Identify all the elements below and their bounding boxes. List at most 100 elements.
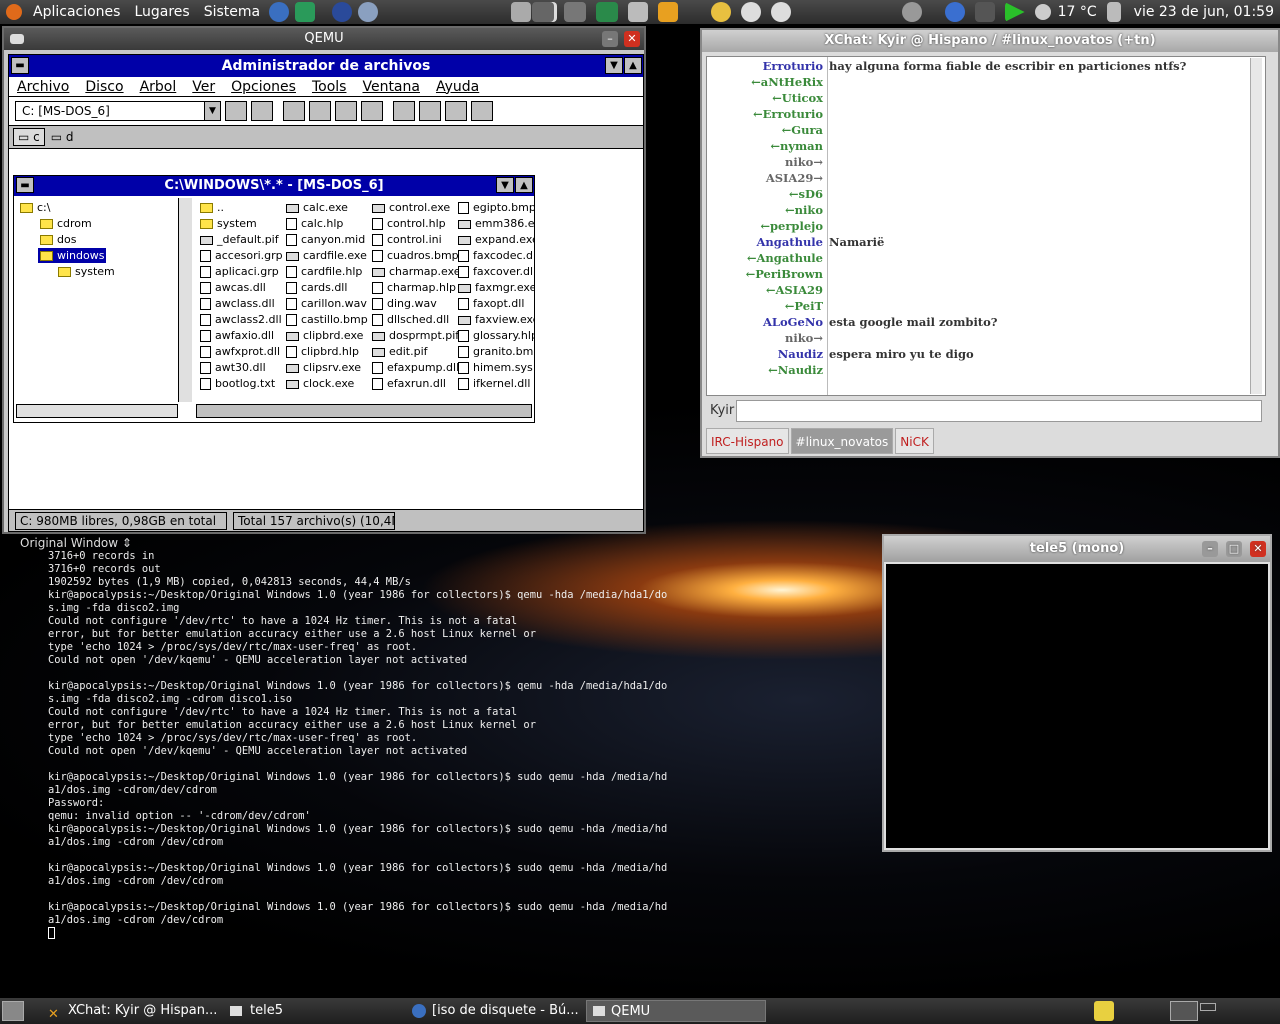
file-item[interactable]: dllsched.dll bbox=[372, 312, 449, 328]
moon-icon[interactable] bbox=[740, 2, 761, 22]
file-item[interactable]: ding.wav bbox=[372, 296, 437, 312]
toolbar-button-4[interactable] bbox=[309, 101, 331, 121]
file-item[interactable]: castillo.bmp bbox=[286, 312, 368, 328]
file-item[interactable]: carillon.wav bbox=[286, 296, 367, 312]
chevron-down-icon[interactable]: ▼ bbox=[204, 102, 220, 120]
file-item[interactable]: faxopt.dll bbox=[458, 296, 524, 312]
tab-nick[interactable]: NiCK bbox=[895, 428, 934, 454]
system-menu-button[interactable]: ▬ bbox=[11, 57, 29, 74]
play-icon[interactable] bbox=[1004, 2, 1025, 22]
file-item[interactable]: control.hlp bbox=[372, 216, 446, 232]
tree-item-system[interactable]: system bbox=[58, 264, 115, 279]
tree-horizontal-scrollbar[interactable] bbox=[16, 404, 178, 418]
workspace-2-icon[interactable] bbox=[563, 2, 586, 22]
menu-ver[interactable]: Ver bbox=[192, 79, 215, 95]
files-horizontal-scrollbar[interactable] bbox=[196, 404, 532, 418]
file-item[interactable]: cardfile.hlp bbox=[286, 264, 362, 280]
window-menu-icon[interactable] bbox=[10, 34, 24, 44]
file-item[interactable]: awcas.dll bbox=[200, 280, 266, 296]
menu-arbol[interactable]: Arbol bbox=[140, 79, 177, 95]
workspace-3-icon[interactable] bbox=[595, 2, 618, 22]
minimize-button[interactable]: ▼ bbox=[605, 57, 623, 74]
chat-nick[interactable]: ←ASIA29 bbox=[766, 283, 823, 297]
file-item[interactable]: cardfile.exe bbox=[286, 248, 367, 264]
tab-irc-hispano[interactable]: IRC-Hispano bbox=[706, 428, 789, 454]
chat-nick[interactable]: ←Gura bbox=[782, 123, 823, 137]
maximize-button[interactable]: ▲ bbox=[515, 177, 533, 193]
chat-nick[interactable]: ALoGeNo bbox=[763, 315, 823, 329]
volume-icon[interactable] bbox=[1106, 2, 1121, 22]
file-item[interactable]: charmap.exe bbox=[372, 264, 461, 280]
chat-nick[interactable]: Naudiz bbox=[778, 347, 823, 361]
chat-nick[interactable]: niko→ bbox=[785, 331, 823, 345]
file-item[interactable]: awclass2.dll bbox=[200, 312, 282, 328]
video-area[interactable] bbox=[886, 564, 1268, 848]
chat-log[interactable]: Erroturio hay alguna forma fiable de escr… bbox=[706, 56, 1266, 396]
toolbar-button-7[interactable] bbox=[393, 101, 415, 121]
file-item[interactable]: awfxprot.dll bbox=[200, 344, 280, 360]
chat-nick[interactable]: ←niko bbox=[785, 203, 823, 217]
file-item[interactable]: expand.exe bbox=[458, 232, 534, 248]
tree-item-windows[interactable]: windows bbox=[38, 248, 107, 263]
file-item[interactable]: granito.bmp bbox=[458, 344, 534, 360]
file-item[interactable]: clipbrd.hlp bbox=[286, 344, 359, 360]
file-item[interactable]: efaxrun.dll bbox=[372, 376, 446, 392]
file-item[interactable]: faxmgr.exe bbox=[458, 280, 534, 296]
minimize-button[interactable]: ▼ bbox=[496, 177, 514, 193]
message-input[interactable] bbox=[736, 400, 1262, 422]
task-xchat[interactable]: ✕ XChat: Kyir @ Hispan... bbox=[44, 1000, 220, 1022]
help-icon[interactable] bbox=[269, 2, 290, 22]
chat-nick[interactable]: ←Uticox bbox=[772, 91, 823, 105]
file-manager-titlebar[interactable]: ▬ Administrador de archivos ▼ ▲ bbox=[9, 55, 643, 77]
maximize-button[interactable]: ▲ bbox=[624, 57, 642, 74]
menu-lugares[interactable]: Lugares bbox=[134, 4, 189, 20]
terminal-tab[interactable]: Original Window ⇕ bbox=[20, 536, 132, 550]
chat-scrollbar[interactable] bbox=[1250, 58, 1262, 394]
toolbar-button-9[interactable] bbox=[445, 101, 467, 121]
chat-nick[interactable]: ASIA29→ bbox=[766, 171, 823, 185]
directory-window-titlebar[interactable]: ▬ C:\WINDOWS\*.* - [MS-DOS_6] ▼ ▲ bbox=[14, 176, 534, 196]
file-item[interactable]: faxcodec.dll bbox=[458, 248, 534, 264]
browser-icon[interactable] bbox=[332, 2, 353, 22]
menu-sistema[interactable]: Sistema bbox=[204, 4, 260, 20]
menu-archivo[interactable]: Archivo bbox=[17, 79, 69, 95]
chat-nick[interactable]: ←aNtHeRix bbox=[751, 75, 823, 89]
minimize-button[interactable]: – bbox=[1202, 541, 1218, 557]
chat-nick[interactable]: ←PeiT bbox=[785, 299, 823, 313]
task-qemu[interactable]: QEMU bbox=[586, 1000, 766, 1022]
file-item[interactable]: cards.dll bbox=[286, 280, 347, 296]
toolbar-button-3[interactable] bbox=[283, 101, 305, 121]
tab-linux-novatos[interactable]: #linux_novatos bbox=[790, 428, 894, 454]
clock[interactable]: vie 23 de jun, 01:59 bbox=[1134, 4, 1274, 20]
chat-nick[interactable]: Erroturio bbox=[763, 59, 823, 73]
file-item[interactable]: charmap.hlp bbox=[372, 280, 456, 296]
minimize-button[interactable]: – bbox=[602, 31, 618, 47]
file-item[interactable]: emm386.exe bbox=[458, 216, 534, 232]
chevron-up-down-icon[interactable]: ⇕ bbox=[122, 536, 132, 550]
file-item[interactable]: calc.hlp bbox=[286, 216, 343, 232]
chat-nick[interactable]: ←nyman bbox=[770, 139, 823, 153]
file-item[interactable]: clipbrd.exe bbox=[286, 328, 363, 344]
file-item[interactable]: calc.exe bbox=[286, 200, 348, 216]
file-item[interactable]: control.ini bbox=[372, 232, 442, 248]
weather-app-icon[interactable] bbox=[627, 2, 648, 22]
file-item[interactable]: .. bbox=[200, 200, 224, 216]
close-button[interactable]: ✕ bbox=[1250, 541, 1266, 557]
toolbar-button-2[interactable] bbox=[251, 101, 273, 121]
drive-d-button[interactable]: ▭ d bbox=[51, 130, 74, 144]
tree-vertical-scrollbar[interactable] bbox=[178, 198, 192, 402]
menu-tools[interactable]: Tools bbox=[312, 79, 347, 95]
terminal-launcher-icon[interactable] bbox=[295, 2, 316, 22]
file-item[interactable]: awclass.dll bbox=[200, 296, 275, 312]
chat-nick[interactable]: Angathule bbox=[757, 235, 824, 249]
toolbar-button-5[interactable] bbox=[335, 101, 357, 121]
file-item[interactable]: clock.exe bbox=[286, 376, 354, 392]
chat-nick[interactable]: ←Erroturio bbox=[753, 107, 823, 121]
file-item[interactable]: faxview.exe bbox=[458, 312, 534, 328]
menu-ventana[interactable]: Ventana bbox=[362, 79, 420, 95]
tree-item-cdrom[interactable]: cdrom bbox=[40, 216, 92, 231]
file-item[interactable]: glossary.hlp bbox=[458, 328, 534, 344]
chat-nick[interactable]: niko→ bbox=[785, 155, 823, 169]
close-button[interactable]: ✕ bbox=[624, 31, 640, 47]
tree-item-dos[interactable]: dos bbox=[40, 232, 76, 247]
